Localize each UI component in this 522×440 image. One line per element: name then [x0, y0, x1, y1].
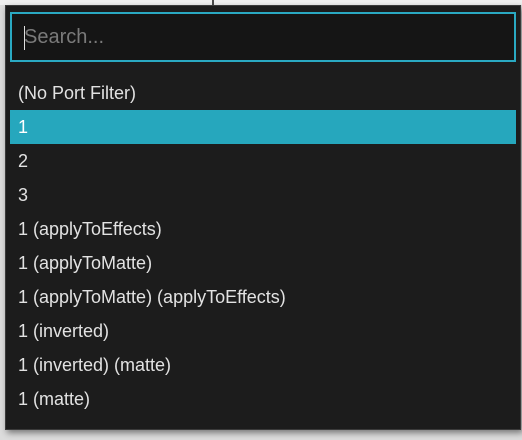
list-item-3[interactable]: 3: [10, 178, 516, 212]
port-filter-list: (No Port Filter) 1 2 3 1 (applyToEffects…: [10, 76, 516, 416]
screen: (No Port Filter) 1 2 3 1 (applyToEffects…: [0, 0, 522, 440]
text-caret: [24, 26, 25, 50]
list-item-1-apply-to-matte-apply-to-effects[interactable]: 1 (applyToMatte) (applyToEffects): [10, 280, 516, 314]
list-item-2[interactable]: 2: [10, 144, 516, 178]
list-item-1-inverted-matte[interactable]: 1 (inverted) (matte): [10, 348, 516, 382]
search-input[interactable]: [12, 14, 514, 60]
list-item-1-matte[interactable]: 1 (matte): [10, 382, 516, 416]
list-item-no-port-filter[interactable]: (No Port Filter): [10, 76, 516, 110]
list-item-1-apply-to-effects[interactable]: 1 (applyToEffects): [10, 212, 516, 246]
list-item-1-apply-to-matte[interactable]: 1 (applyToMatte): [10, 246, 516, 280]
port-filter-dropdown: (No Port Filter) 1 2 3 1 (applyToEffects…: [5, 5, 521, 430]
list-item-1[interactable]: 1: [10, 110, 516, 144]
list-item-1-inverted[interactable]: 1 (inverted): [10, 314, 516, 348]
search-box[interactable]: [10, 12, 516, 62]
